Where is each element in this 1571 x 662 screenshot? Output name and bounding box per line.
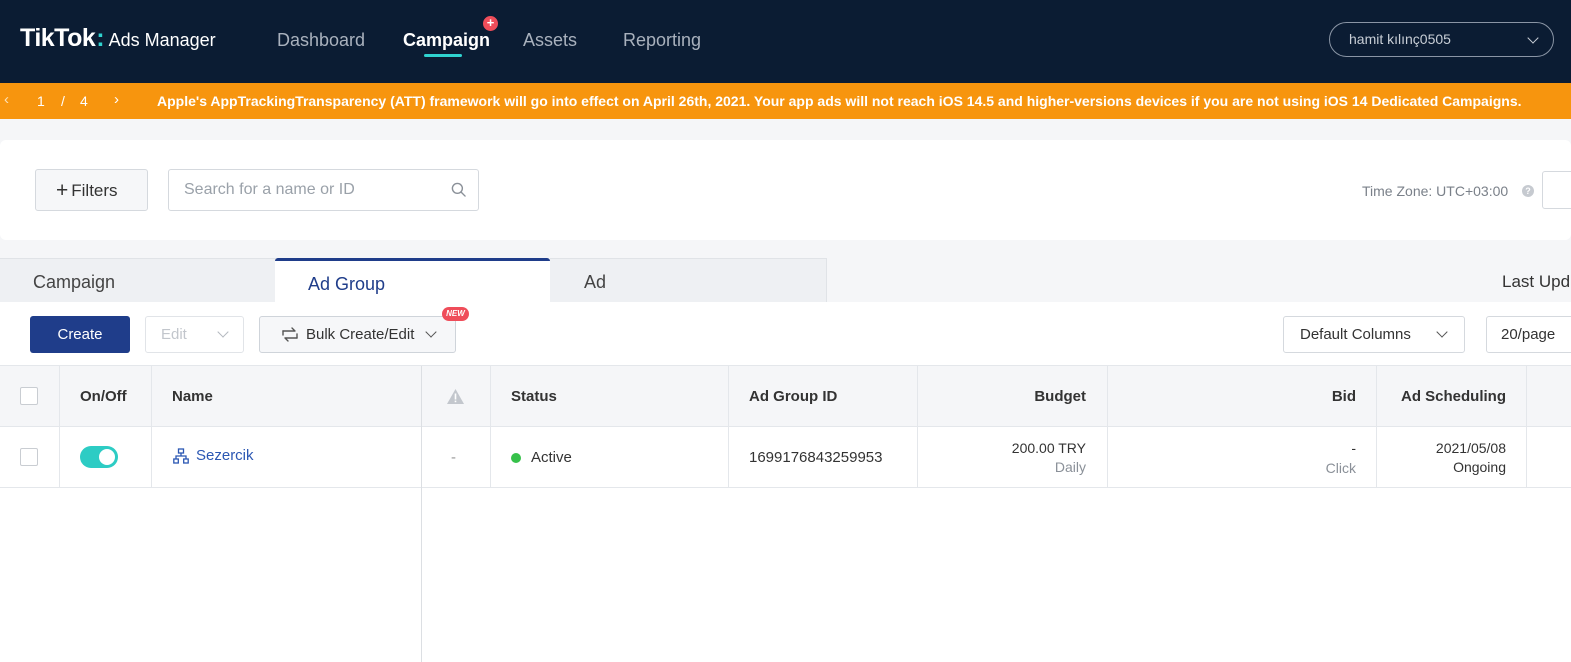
column-divider [1107, 366, 1108, 488]
edit-dropdown[interactable]: Edit [145, 316, 244, 353]
swap-arrows-icon [282, 327, 298, 342]
account-name: hamit kılınç0505 [1349, 31, 1451, 47]
tab-campaign[interactable]: Campaign [0, 258, 276, 302]
warning-icon [447, 389, 464, 404]
column-divider [1376, 366, 1377, 488]
bulk-create-edit-dropdown[interactable]: Bulk Create/Edit [259, 316, 456, 353]
bid-value: - [1351, 440, 1356, 456]
plus-icon: + [56, 179, 69, 202]
logo-product: Ads Manager [108, 30, 216, 50]
header-ad-group-id[interactable]: Ad Group ID [749, 366, 837, 427]
create-button[interactable]: Create [30, 316, 130, 353]
tiktok-ads-manager-logo[interactable]: TikTok: Ads Manager [20, 24, 216, 53]
tab-ad[interactable]: Ad [550, 258, 827, 302]
filter-card: +Filters Time Zone: UTC+03:00 ? [0, 140, 1571, 240]
chevron-down-icon [1436, 326, 1448, 338]
ad-group-hierarchy-icon [173, 448, 189, 464]
column-divider [1526, 366, 1527, 488]
column-divider [490, 366, 491, 488]
search-icon[interactable] [451, 182, 466, 197]
schedule-date: 2021/05/08 [1435, 440, 1506, 456]
column-divider [151, 366, 152, 488]
announcement-banner: ‹ 1 / 4 › Apple's AppTrackingTransparenc… [0, 83, 1571, 119]
ad-group-name-link[interactable]: Sezercik [196, 447, 254, 464]
timezone-label: Time Zone: UTC+03:00 [1362, 183, 1509, 199]
table-header: On/Off Name Status Ad Group ID Budget Bi… [0, 366, 1571, 427]
columns-dropdown[interactable]: Default Columns [1283, 316, 1465, 353]
header-bid[interactable]: Bid [1108, 366, 1356, 427]
chevron-down-icon [425, 326, 437, 338]
budget-value: 200.00 TRY [1011, 440, 1086, 456]
header-ad-scheduling[interactable]: Ad Scheduling [1377, 366, 1506, 427]
filters-button[interactable]: + Filters [35, 169, 148, 211]
bid-type: Click [1325, 460, 1356, 476]
select-all-checkbox[interactable] [20, 387, 38, 405]
nav-campaign[interactable]: Campaign [403, 30, 490, 51]
nav-dashboard[interactable]: Dashboard [277, 30, 365, 51]
banner-page-current: 1 [37, 93, 45, 109]
columns-label: Default Columns [1300, 326, 1411, 343]
row-checkbox[interactable] [20, 448, 38, 466]
table-row[interactable]: Sezercik - Active 1699176843259953 200.0… [0, 427, 1571, 488]
schedule-state: Ongoing [1453, 459, 1506, 475]
banner-page-total: 4 [80, 93, 88, 109]
on-off-toggle[interactable] [80, 446, 118, 468]
search-box [168, 169, 479, 211]
page-size-dropdown[interactable]: 20/page [1486, 316, 1571, 353]
status-value: Active [531, 449, 572, 466]
help-icon[interactable]: ? [1522, 185, 1534, 197]
header-status[interactable]: Status [511, 366, 557, 427]
table-toolbar: Create Edit Bulk Create/Edit Default Col… [0, 302, 1571, 366]
status-active-dot [511, 453, 521, 463]
chevron-down-icon [217, 326, 229, 338]
nav-assets[interactable]: Assets [523, 30, 577, 51]
ad-group-id-value: 1699176843259953 [749, 449, 883, 466]
header-budget[interactable]: Budget [918, 366, 1086, 427]
header-name[interactable]: Name [172, 366, 213, 427]
last-updated-label: Last Upd [1502, 272, 1571, 291]
banner-prev-icon[interactable]: ‹ [4, 91, 9, 108]
new-badge: NEW [442, 307, 469, 321]
warning-value: - [451, 449, 456, 466]
banner-message: Apple's AppTrackingTransparency (ATT) fr… [157, 93, 1522, 109]
edit-label: Edit [161, 326, 187, 343]
column-divider [917, 366, 918, 488]
nav-active-indicator [424, 54, 462, 57]
chevron-down-icon [1527, 32, 1539, 44]
nav-reporting[interactable]: Reporting [623, 30, 701, 51]
filters-label: Filters [71, 181, 118, 200]
budget-mode: Daily [1054, 459, 1086, 475]
frozen-column-divider [421, 366, 422, 662]
logo-brand: TikTok [20, 24, 96, 52]
toggle-knob [99, 449, 115, 465]
date-range-picker[interactable] [1542, 171, 1571, 209]
bulk-label: Bulk Create/Edit [306, 326, 415, 343]
banner-page-separator: / [61, 93, 65, 109]
logo-colon: : [96, 24, 105, 52]
banner-next-icon[interactable]: › [114, 91, 119, 108]
account-selector[interactable]: hamit kılınç0505 [1329, 22, 1554, 57]
header-on-off: On/Off [80, 388, 127, 405]
column-divider [728, 366, 729, 488]
tab-ad-group[interactable]: Ad Group [275, 258, 550, 302]
nav-campaign-badge: + [483, 16, 498, 31]
column-divider [59, 366, 60, 488]
top-navigation-bar: TikTok: Ads Manager Dashboard Campaign + … [0, 0, 1571, 83]
ad-group-table: On/Off Name Status Ad Group ID Budget Bi… [0, 366, 1571, 662]
search-input[interactable] [184, 170, 444, 210]
